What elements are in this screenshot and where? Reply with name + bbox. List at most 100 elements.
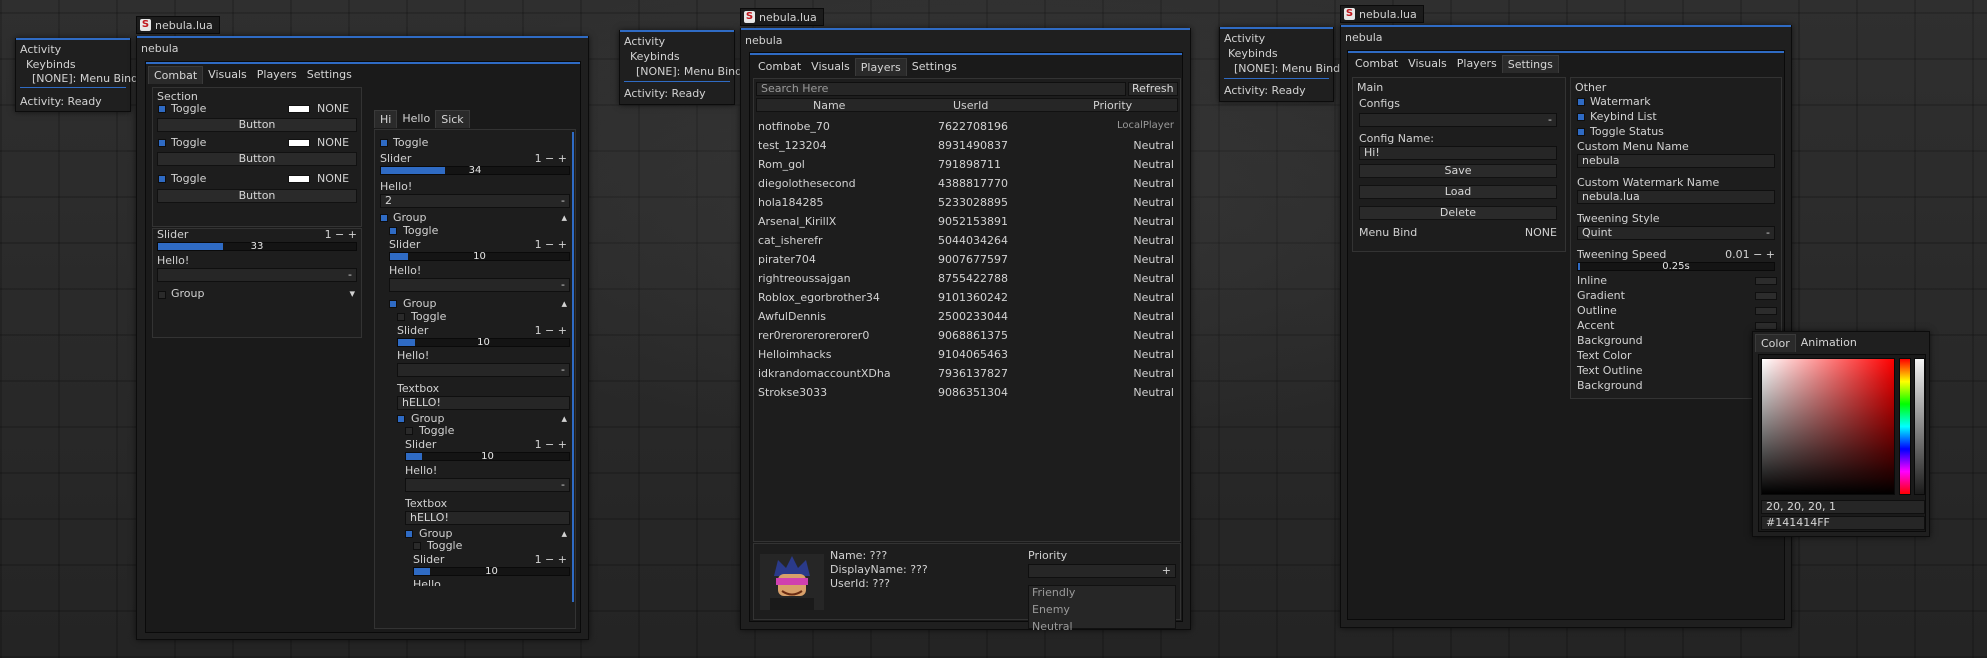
tab-sick[interactable]: Sick — [435, 110, 470, 128]
toggle-checkbox[interactable] — [158, 105, 166, 113]
tab-color[interactable]: Color — [1755, 334, 1796, 352]
color-option-row[interactable]: Text Color — [1577, 349, 1777, 364]
toggle-checkbox[interactable] — [413, 542, 421, 550]
collapse-arrow-icon[interactable]: ▴ — [561, 211, 567, 224]
color-option-row[interactable]: Text Outline — [1577, 364, 1777, 379]
window-title-tab[interactable]: Snebula.lua — [136, 16, 220, 34]
dropdown[interactable]: - — [405, 478, 570, 492]
table-row[interactable]: cat_isherefr 5044034264 Neutral — [756, 233, 1178, 252]
dropdown[interactable]: - — [397, 363, 570, 377]
toggle-checkbox[interactable] — [158, 139, 166, 147]
tab-settings[interactable]: Settings — [907, 58, 962, 76]
tab-settings[interactable]: Settings — [302, 66, 357, 84]
scrollbar[interactable] — [572, 132, 574, 602]
hex-input[interactable]: #141414FF — [1761, 516, 1925, 530]
group-checkbox[interactable] — [397, 415, 405, 423]
option-friendly[interactable]: Friendly — [1032, 586, 1075, 599]
configs-dropdown[interactable]: - — [1359, 113, 1557, 127]
slider-bar[interactable]: 10 — [413, 566, 570, 577]
collapse-arrow-icon[interactable]: ▴ — [561, 297, 567, 310]
tab-visuals[interactable]: Visuals — [203, 66, 252, 84]
textbox[interactable]: hELLO! — [397, 396, 570, 410]
group-checkbox[interactable] — [389, 300, 397, 308]
slider-controls[interactable]: 1 − + — [535, 152, 567, 165]
priority-dropdown[interactable]: + — [1028, 564, 1176, 578]
dropdown[interactable]: 2- — [380, 194, 570, 208]
tab-settings[interactable]: Settings — [1501, 55, 1559, 73]
table-row[interactable]: notfinobe_70 7622708196 LocalPlayer — [756, 119, 1178, 138]
slider-controls[interactable]: 1 − + — [535, 238, 567, 251]
tab-combat[interactable]: Combat — [753, 58, 806, 76]
refresh-button[interactable]: Refresh — [1128, 82, 1178, 96]
tweening-style-dropdown[interactable]: Quint - — [1577, 226, 1775, 240]
button[interactable]: Button — [157, 152, 357, 166]
group-checkbox[interactable] — [158, 291, 166, 299]
dropdown[interactable]: - — [389, 278, 570, 292]
save-button[interactable]: Save — [1359, 164, 1557, 178]
slider-bar[interactable]: 34 — [380, 165, 570, 176]
color-swatch[interactable] — [288, 139, 310, 147]
menu-bind-value[interactable]: NONE — [1525, 226, 1557, 239]
table-row[interactable]: test_123204 8931490837 Neutral — [756, 138, 1178, 157]
tab-players[interactable]: Players — [854, 58, 907, 76]
button[interactable]: Button — [157, 118, 357, 132]
table-row[interactable]: rer0rerorerorerorer0 9068861375 Neutral — [756, 328, 1178, 347]
table-row[interactable]: Arsenal_KirillX 9052153891 Neutral — [756, 214, 1178, 233]
toggle-checkbox[interactable] — [405, 427, 413, 435]
table-row[interactable]: Helloimhacks 9104065463 Neutral — [756, 347, 1178, 366]
option-enemy[interactable]: Enemy — [1032, 603, 1070, 616]
collapse-arrow-icon[interactable]: ▴ — [561, 412, 567, 425]
color-option-row[interactable]: Background — [1577, 379, 1777, 394]
tab-combat[interactable]: Combat — [148, 66, 204, 84]
keybind-list-checkbox[interactable] — [1577, 113, 1585, 121]
table-row[interactable]: pirater704 9007677597 Neutral — [756, 252, 1178, 271]
slider-bar[interactable]: 33 — [157, 241, 357, 252]
custom-watermark-name-input[interactable]: nebula.lua — [1577, 190, 1775, 204]
slider-controls[interactable]: 1 − + — [325, 228, 357, 241]
toggle-checkbox[interactable] — [389, 227, 397, 235]
tweening-speed-slider[interactable]: 0.25s — [1577, 261, 1775, 272]
config-name-input[interactable]: Hi! — [1359, 146, 1557, 160]
color-swatch[interactable] — [1755, 292, 1777, 300]
hue-slider[interactable] — [1899, 358, 1911, 495]
slider-bar[interactable]: 10 — [405, 451, 570, 462]
alpha-slider[interactable] — [1914, 358, 1925, 495]
color-swatch[interactable] — [1755, 322, 1777, 330]
toggle-checkbox[interactable] — [397, 313, 405, 321]
color-option-row[interactable]: Inline — [1577, 274, 1777, 289]
delete-button[interactable]: Delete — [1359, 206, 1557, 220]
table-row[interactable]: AwfulDennis 2500233044 Neutral — [756, 309, 1178, 328]
option-neutral[interactable]: Neutral — [1032, 620, 1073, 633]
button[interactable]: Button — [157, 189, 357, 203]
keybind-value[interactable]: NONE — [317, 172, 349, 185]
tweening-speed-controls[interactable]: 0.01 − + — [1725, 248, 1775, 261]
expand-arrow-icon[interactable]: ▾ — [349, 287, 355, 300]
load-button[interactable]: Load — [1359, 185, 1557, 199]
window-title-tab[interactable]: Snebula.lua — [1340, 5, 1424, 23]
table-row[interactable]: Strokse3033 9086351304 Neutral — [756, 385, 1178, 404]
group-checkbox[interactable] — [380, 214, 388, 222]
color-option-row[interactable]: Accent — [1577, 319, 1777, 334]
color-option-row[interactable]: Gradient — [1577, 289, 1777, 304]
tab-hi[interactable]: Hi — [374, 110, 398, 128]
table-row[interactable]: diegolothesecond 4388817770 Neutral — [756, 176, 1178, 195]
tab-players[interactable]: Players — [252, 66, 302, 84]
watermark-checkbox[interactable] — [1577, 98, 1585, 106]
tab-combat[interactable]: Combat — [1350, 55, 1403, 73]
search-input[interactable]: Search Here — [756, 82, 1126, 96]
group-checkbox[interactable] — [405, 530, 413, 538]
slider-controls[interactable]: 1 − + — [535, 324, 567, 337]
slider-bar[interactable]: 10 — [397, 337, 570, 348]
tab-animation[interactable]: Animation — [1796, 334, 1862, 352]
color-option-row[interactable]: Outline — [1577, 304, 1777, 319]
tab-hello[interactable]: Hello — [397, 110, 435, 128]
collapse-arrow-icon[interactable]: ▴ — [561, 527, 567, 540]
color-swatch[interactable] — [1755, 277, 1777, 285]
tab-visuals[interactable]: Visuals — [806, 58, 855, 76]
toggle-status-checkbox[interactable] — [1577, 128, 1585, 136]
color-option-row[interactable]: Background — [1577, 334, 1777, 349]
custom-menu-name-input[interactable]: nebula — [1577, 154, 1775, 168]
toggle-checkbox[interactable] — [380, 139, 388, 147]
window-title-tab[interactable]: Snebula.lua — [740, 8, 824, 26]
keybind-value[interactable]: NONE — [317, 136, 349, 149]
